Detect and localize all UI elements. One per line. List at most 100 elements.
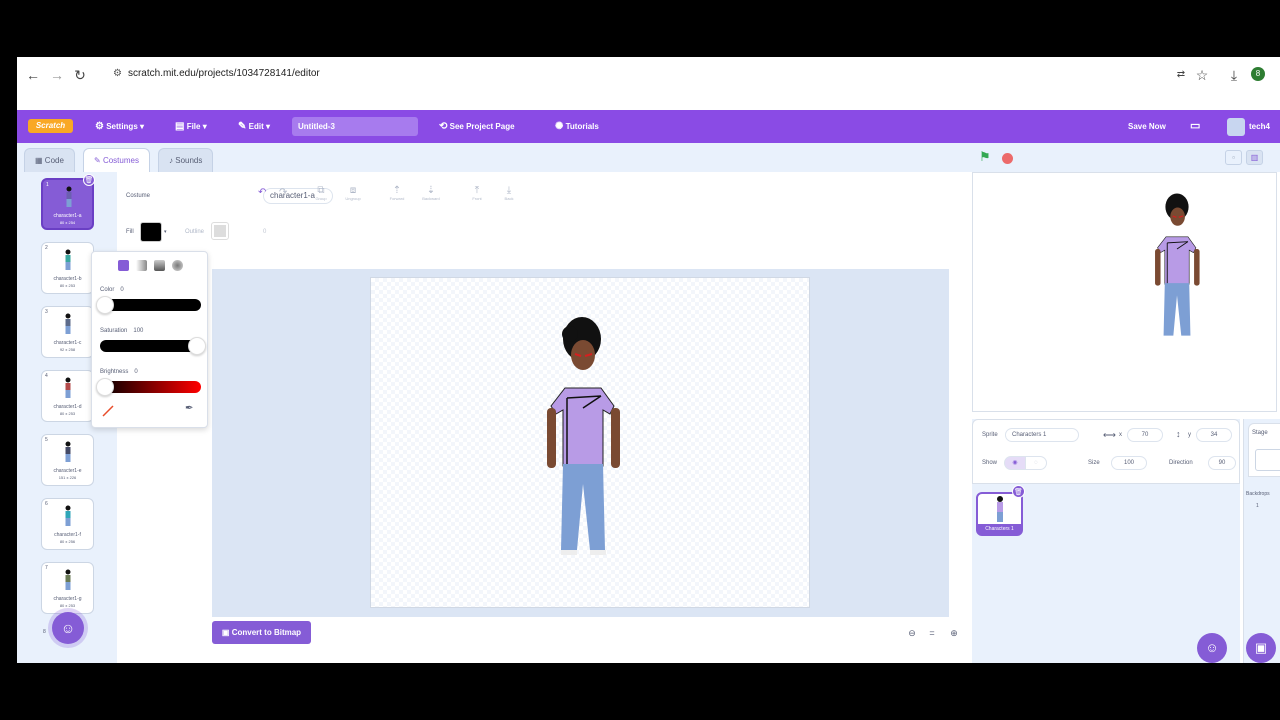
color-slider[interactable]	[96, 296, 201, 314]
zoom-in-icon[interactable]: ⊕	[945, 625, 963, 641]
front-button[interactable]: ⤒ Front	[463, 185, 491, 201]
ungroup-button[interactable]: ⧈ Ungroup	[339, 185, 367, 201]
settings-menu[interactable]: ⚙ Settings ▾	[95, 110, 144, 143]
costume-size: 80 x 253	[59, 603, 76, 608]
costume-tile[interactable]: 7 character1-g 80 x 253	[41, 562, 94, 614]
costume-tile[interactable]: 2 character1-b 80 x 253	[41, 242, 94, 294]
backward-label: Backward	[422, 196, 440, 201]
stage-target-pane: Stage Backdrops 1 ▣	[1243, 419, 1280, 663]
zoom-out-icon[interactable]: ⊖	[903, 625, 921, 641]
translate-icon[interactable]: ⇄	[1171, 65, 1191, 85]
vertical-gradient-mode[interactable]	[154, 260, 165, 271]
show-hidden-eye-icon[interactable]: ◌	[1025, 456, 1047, 470]
color-value: 0	[120, 287, 124, 293]
tab-code[interactable]: ▦ Code	[24, 148, 75, 172]
x-arrows-icon: ⟷	[1103, 430, 1116, 440]
file-menu[interactable]: ▤ File ▾	[175, 110, 207, 143]
stage-thumbnail[interactable]	[1255, 449, 1280, 471]
chevron-down-icon[interactable]: ▾	[164, 229, 167, 235]
back-button[interactable]: ⤓ Back	[495, 185, 523, 201]
save-now-button[interactable]: Save Now	[1128, 110, 1166, 143]
add-backdrop-button[interactable]: ▣	[1246, 633, 1276, 663]
edit-label: Edit	[248, 122, 264, 131]
undo-icon[interactable]: ↶	[258, 187, 266, 198]
green-flag-icon[interactable]: ⚑	[979, 149, 991, 165]
brightness-slider-knob[interactable]	[96, 378, 114, 396]
costume-tile[interactable]: 6 character1-f 80 x 256	[41, 498, 94, 550]
backward-button[interactable]: ⇣ Backward	[417, 185, 445, 201]
horizontal-gradient-mode[interactable]	[136, 260, 147, 271]
add-sprite-button[interactable]: ☺	[1197, 633, 1227, 663]
no-color-icon[interactable]	[102, 405, 114, 417]
stage[interactable]	[972, 172, 1277, 412]
color-picker-popover: Color 0 Saturation 100 Brightness 0 ✒	[91, 251, 208, 428]
group-button[interactable]: ⧉ Group	[307, 185, 335, 201]
drawing-canvas[interactable]	[370, 277, 810, 608]
sprite-tile[interactable]: Characters 1	[976, 492, 1023, 536]
see-project-page-label: See Project Page	[449, 122, 515, 131]
forward-icon[interactable]: →	[47, 65, 67, 85]
fill-color-swatch[interactable]	[140, 222, 162, 242]
costume-number: 5	[45, 437, 48, 443]
brightness-slider[interactable]	[96, 378, 201, 396]
sprite-label: Sprite	[982, 432, 998, 438]
costume-number: 7	[45, 565, 48, 571]
redo-icon[interactable]: ↷	[279, 187, 287, 198]
delete-sprite-icon[interactable]: 🗑	[1012, 485, 1025, 498]
profile-avatar[interactable]: 8	[1251, 67, 1265, 81]
convert-to-bitmap-button[interactable]: ▣ Convert to Bitmap	[212, 621, 311, 644]
tutorials-button[interactable]: ✺ Tutorials	[555, 110, 599, 143]
my-stuff-folder-icon[interactable]: ▭	[1190, 110, 1200, 143]
see-project-page-button[interactable]: ⟲ See Project Page	[439, 110, 515, 143]
download-icon[interactable]: ⤓	[1224, 65, 1244, 85]
costume-number: 2	[45, 245, 48, 251]
screen: ← → ↻ ⚙ scratch.mit.edu/projects/10347281…	[0, 0, 1280, 720]
costume-tile[interactable]: 5 character1-e 151 x 226	[41, 434, 94, 486]
costume-thumbnail	[65, 377, 71, 398]
color-slider-knob[interactable]	[96, 296, 114, 314]
small-stage-icon[interactable]: ▫	[1225, 150, 1242, 165]
show-visible-eye-icon[interactable]: ◉	[1004, 456, 1026, 470]
pants	[561, 464, 605, 550]
costume-name: character1-d	[53, 404, 82, 410]
radial-gradient-mode[interactable]	[172, 260, 183, 271]
tab-costumes[interactable]: ✎ Costumes	[83, 148, 150, 172]
outline-color-swatch[interactable]	[211, 222, 229, 240]
eyedropper-icon[interactable]: ✒	[185, 403, 193, 414]
solid-fill-mode[interactable]	[118, 260, 129, 271]
project-title-input[interactable]: Untitled-3	[292, 117, 418, 136]
add-costume-button[interactable]: ☺	[52, 612, 84, 644]
sprite-name-input[interactable]: Characters 1	[1005, 428, 1079, 442]
backdrops-label: Backdrops	[1246, 491, 1270, 497]
back-icon[interactable]: ←	[23, 65, 43, 85]
sprite-info: Sprite Characters 1 ⟷ x 70 ↕ y 34 Show ◉…	[972, 419, 1240, 484]
pencil-icon: ✎	[238, 121, 247, 132]
scratch-logo[interactable]: Scratch	[28, 119, 73, 133]
y-input[interactable]: 34	[1196, 428, 1232, 442]
direction-input[interactable]: 90	[1208, 456, 1236, 470]
edit-menu[interactable]: ✎ Edit ▾	[238, 110, 270, 143]
outline-width-input[interactable]: 0	[263, 229, 266, 235]
x-input[interactable]: 70	[1127, 428, 1163, 442]
forward-button[interactable]: ⇡ Forward	[383, 185, 411, 201]
costume-tile[interactable]: 3 character1-c 92 x 258	[41, 306, 94, 358]
address-bar[interactable]: ⚙ scratch.mit.edu/projects/1034728141/edi…	[113, 63, 1173, 85]
costume-tile[interactable]: 4 character1-d 80 x 253	[41, 370, 94, 422]
costume-tile[interactable]: 1 character1-a 80 x 254	[41, 178, 94, 230]
zoom-reset-icon[interactable]: =	[923, 625, 941, 641]
tab-sounds[interactable]: ♪ Sounds	[158, 148, 214, 172]
reload-icon[interactable]: ↻	[70, 65, 90, 85]
username[interactable]: tech4	[1249, 110, 1270, 143]
saturation-slider-knob[interactable]	[188, 337, 206, 355]
refresh-arrows-icon: ⟲	[439, 121, 448, 132]
user-avatar[interactable]	[1227, 118, 1245, 136]
delete-costume-icon[interactable]: 🗑	[83, 174, 95, 186]
backdrops-count: 1	[1256, 503, 1259, 509]
site-info-icon[interactable]: ⚙	[113, 68, 122, 79]
stop-icon[interactable]	[1002, 153, 1013, 164]
bookmark-star-icon[interactable]: ☆	[1192, 65, 1212, 85]
saturation-slider[interactable]	[100, 337, 206, 355]
size-input[interactable]: 100	[1111, 456, 1147, 470]
large-stage-icon[interactable]: ▥	[1246, 150, 1263, 165]
costume-thumbnail	[65, 249, 71, 270]
